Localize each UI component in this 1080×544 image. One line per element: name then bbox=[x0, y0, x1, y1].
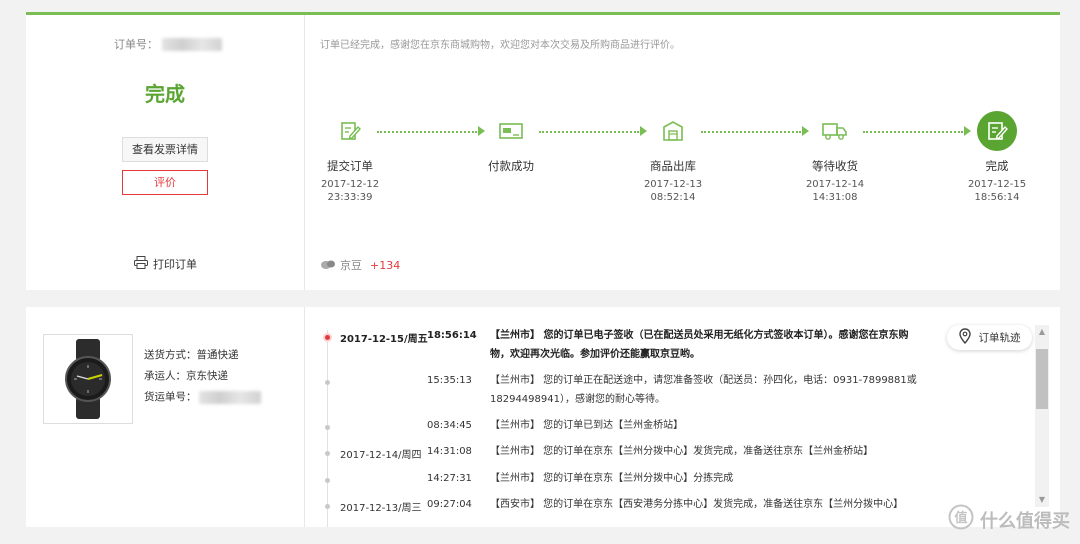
scroll-thumb[interactable] bbox=[1036, 349, 1048, 409]
step-label: 商品出库 bbox=[650, 159, 696, 173]
svg-text:值: 值 bbox=[954, 510, 967, 526]
beans-value: +134 bbox=[370, 258, 401, 272]
order-number-row: 订单号： bbox=[114, 36, 222, 52]
order-track-label: 订单轨迹 bbox=[978, 332, 1021, 344]
step-submit-order: 提交订单 2017-12-12 23:33:39 bbox=[305, 111, 395, 204]
tracking-message: 【西安市】 您的订单在京东【西安港务分拣中心】发货完成，准备送往京东【兰州分拨中… bbox=[490, 499, 904, 510]
progress-connector bbox=[863, 131, 963, 133]
step-date: 2017-12-12 bbox=[320, 179, 380, 190]
tracking-message: 【兰州市】 您的订单正在配送途中，请您准备签收（配送员：孙四化，电话：0931-… bbox=[490, 375, 917, 405]
tracking-time: 18:56:14 bbox=[427, 330, 477, 341]
step-label: 付款成功 bbox=[488, 159, 534, 173]
shipping-info: 送货方式：普通快递 承运人：京东快递 货运单号： bbox=[144, 345, 261, 408]
step-complete: 完成 2017-12-15 18:56:14 bbox=[952, 111, 1042, 204]
step-label: 提交订单 bbox=[327, 159, 373, 173]
jd-beans-reward: 京豆 +134 bbox=[320, 257, 400, 273]
progress-connector bbox=[701, 131, 801, 133]
timeline-dot bbox=[325, 380, 330, 385]
tracking-message: 【兰州市】 您的订单在京东【兰州分拨中心】分拣完成 bbox=[490, 473, 734, 484]
timeline-dot bbox=[325, 335, 330, 340]
watermark: 值 什么值得买 bbox=[948, 504, 1070, 535]
step-payment: 付款成功 bbox=[466, 111, 556, 174]
order-track-button[interactable]: 订单轨迹 bbox=[947, 325, 1032, 350]
print-order-link[interactable]: 打印订单 bbox=[134, 256, 197, 272]
tracking-time: 14:27:31 bbox=[427, 473, 472, 484]
tracking-message: 【兰州市】 您的订单在京东【兰州分拨中心】发货完成，准备送往京东【兰州金桥站】 bbox=[490, 446, 874, 457]
tracking-timeline: 2017-12-15/周五 18:56:14 【兰州市】 您的订单已电子签收（已… bbox=[319, 322, 1031, 527]
view-invoice-button[interactable]: 查看发票详情 bbox=[122, 137, 208, 162]
watermark-text: 什么值得买 bbox=[980, 510, 1070, 532]
timeline-dot bbox=[325, 451, 330, 456]
shipping-summary: 送货方式：普通快递 承运人：京东快递 货运单号： bbox=[26, 307, 305, 527]
step-warehouse-out: 商品出库 2017-12-13 08:52:14 bbox=[628, 111, 718, 204]
tracking-date: 2017-12-15/周五 bbox=[340, 334, 428, 345]
step-time: 23:33:39 bbox=[327, 192, 373, 203]
tracking-date: 2017-12-14/周四 bbox=[340, 450, 422, 461]
complete-icon bbox=[977, 111, 1017, 151]
step-awaiting-delivery: 等待收货 2017-12-14 14:31:08 bbox=[790, 111, 880, 204]
tracking-time: 08:34:45 bbox=[427, 420, 472, 431]
progress-connector bbox=[377, 131, 477, 133]
step-label: 等待收货 bbox=[812, 159, 858, 173]
step-date: 2017-12-14 bbox=[805, 179, 865, 190]
scroll-up-arrow-icon[interactable]: ▲ bbox=[1035, 325, 1049, 339]
order-number-blurred bbox=[162, 37, 222, 51]
shipping-method: 送货方式：普通快递 bbox=[144, 349, 239, 361]
rate-button[interactable]: 评价 bbox=[122, 170, 208, 195]
order-number-label: 订单号： bbox=[114, 38, 158, 51]
tracking-date: 2017-12-13/周三 bbox=[340, 503, 422, 514]
order-summary: 订单号： 完成 查看发票详情 评价 打印订单 bbox=[26, 15, 305, 290]
tracking-time: 14:31:08 bbox=[427, 446, 472, 457]
product-image[interactable] bbox=[43, 334, 133, 424]
print-order-label: 打印订单 bbox=[153, 258, 197, 271]
step-date: 2017-12-13 bbox=[643, 179, 703, 190]
warehouse-out-icon bbox=[653, 111, 693, 151]
complete-message: 订单已经完成，感谢您在京东商城购物，欢迎您对本次交易及所购商品进行评价。 bbox=[320, 40, 680, 51]
shipping-carrier: 承运人：京东快递 bbox=[144, 370, 228, 382]
tracking-number-row: 货运单号： bbox=[144, 387, 261, 408]
tracking-time: 09:27:04 bbox=[427, 499, 472, 510]
tracking-time: 15:35:13 bbox=[427, 375, 472, 386]
tracking-message: 【兰州市】 您的订单已到达【兰州金桥站】 bbox=[490, 420, 684, 431]
tracking-message: 【兰州市】 您的订单已电子签收（已在配送员处采用无纸化方式签收本订单）。感谢您在… bbox=[490, 330, 909, 360]
watermark-logo-icon: 值 bbox=[948, 504, 974, 535]
shipping-panel: 送货方式：普通快递 承运人：京东快递 货运单号： 2017-12-15/周五 1… bbox=[26, 307, 1060, 527]
step-time: 18:56:14 bbox=[974, 192, 1020, 203]
progress-connector bbox=[539, 131, 639, 133]
tracking-number-blurred bbox=[198, 391, 261, 404]
location-pin-icon bbox=[958, 328, 971, 347]
beans-icon bbox=[320, 258, 336, 273]
step-time: 14:31:08 bbox=[812, 192, 858, 203]
step-label: 完成 bbox=[985, 159, 1009, 173]
order-status-panel: 订单号： 完成 查看发票详情 评价 打印订单 订单已经完成，感谢您在京东商城购物… bbox=[26, 12, 1060, 290]
beans-label: 京豆 bbox=[340, 259, 362, 272]
order-progress-area: 订单已经完成，感谢您在京东商城购物，欢迎您对本次交易及所购商品进行评价。 提交订… bbox=[305, 15, 1060, 290]
timeline-dot bbox=[325, 425, 330, 430]
order-status-text: 完成 bbox=[145, 82, 185, 106]
timeline-dot bbox=[325, 504, 330, 509]
step-time: 08:52:14 bbox=[650, 192, 696, 203]
tracking-scrollbar[interactable]: ▲ ▼ bbox=[1035, 325, 1049, 507]
printer-icon bbox=[134, 256, 148, 272]
payment-icon bbox=[491, 111, 531, 151]
tracking-number-label: 货运单号： bbox=[144, 391, 197, 403]
timeline-dot bbox=[325, 478, 330, 483]
submit-order-icon bbox=[330, 111, 370, 151]
step-date: 2017-12-15 bbox=[967, 179, 1027, 190]
delivery-truck-icon bbox=[815, 111, 855, 151]
